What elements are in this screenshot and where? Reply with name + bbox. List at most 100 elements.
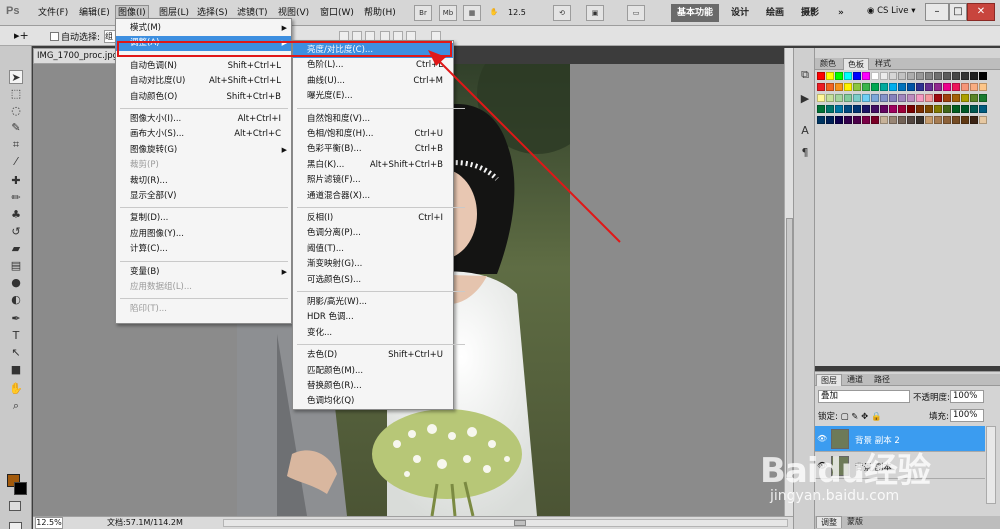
- cs-live-button[interactable]: ◉ CS Live ▾: [867, 6, 915, 16]
- menu-item[interactable]: 显示全部(V): [116, 189, 291, 204]
- dodge-icon[interactable]: ◐: [9, 293, 23, 307]
- menu-item[interactable]: 色彩平衡(B)... Ctrl+B: [293, 142, 453, 157]
- color-swatch[interactable]: [907, 83, 915, 91]
- menu-item[interactable]: 色调分离(P)...: [293, 226, 453, 241]
- color-swatch[interactable]: [871, 94, 879, 102]
- color-swatch[interactable]: [880, 94, 888, 102]
- color-swatch[interactable]: [916, 116, 924, 124]
- move-tool-preset-icon[interactable]: ▸+: [14, 29, 29, 42]
- menu-window[interactable]: 窗口(W): [318, 6, 356, 20]
- workspace-design[interactable]: 设计: [731, 6, 749, 20]
- clone-stamp-icon[interactable]: ♣: [9, 208, 23, 222]
- color-swatch[interactable]: [844, 83, 852, 91]
- color-swatch[interactable]: [907, 105, 915, 113]
- color-swatch[interactable]: [862, 116, 870, 124]
- history-brush-icon[interactable]: ↺: [9, 225, 23, 239]
- color-swatch[interactable]: [979, 105, 987, 113]
- auto-select-checkbox[interactable]: 自动选择:: [50, 30, 100, 43]
- history-panel-icon[interactable]: ⧉: [798, 68, 812, 82]
- color-swatch[interactable]: [952, 105, 960, 113]
- color-swatch[interactable]: [880, 105, 888, 113]
- color-swatch[interactable]: [952, 94, 960, 102]
- healing-brush-icon[interactable]: ✚: [9, 174, 23, 188]
- color-swatch[interactable]: [916, 94, 924, 102]
- color-swatch[interactable]: [934, 105, 942, 113]
- color-swatch[interactable]: [970, 105, 978, 113]
- color-swatch[interactable]: [871, 83, 879, 91]
- color-swatch[interactable]: [979, 94, 987, 102]
- menu-item[interactable]: 曝光度(E)...: [293, 89, 453, 104]
- color-swatch[interactable]: [862, 72, 870, 80]
- color-swatch[interactable]: [817, 105, 825, 113]
- color-swatch[interactable]: [934, 94, 942, 102]
- color-swatch[interactable]: [844, 116, 852, 124]
- color-swatch[interactable]: [916, 105, 924, 113]
- color-swatch[interactable]: [853, 83, 861, 91]
- blur-icon[interactable]: ●: [9, 276, 23, 290]
- color-swatch[interactable]: [898, 83, 906, 91]
- color-swatch[interactable]: [826, 105, 834, 113]
- color-swatch[interactable]: [934, 72, 942, 80]
- zoom-icon[interactable]: ⌕: [9, 399, 23, 413]
- menu-file[interactable]: 文件(F): [36, 6, 70, 20]
- tab-swatches[interactable]: 色板: [843, 58, 869, 70]
- color-swatch[interactable]: [871, 105, 879, 113]
- color-swatch[interactable]: [943, 105, 951, 113]
- menu-item[interactable]: 黑白(K)... Alt+Shift+Ctrl+B: [293, 158, 453, 173]
- menu-edit[interactable]: 编辑(E): [77, 6, 112, 20]
- eye-icon[interactable]: 👁: [817, 434, 827, 443]
- workspace-essentials[interactable]: 基本功能: [671, 4, 719, 22]
- menu-item[interactable]: 图像大小(I)... Alt+Ctrl+I: [116, 112, 291, 127]
- hand-icon[interactable]: ✋: [9, 382, 23, 396]
- gradient-icon[interactable]: ▤: [9, 259, 23, 273]
- layers-scrollbar[interactable]: [986, 426, 996, 504]
- marquee-tool-icon[interactable]: ⬚: [9, 87, 23, 101]
- crop-tool-icon[interactable]: ⌗: [9, 138, 23, 152]
- color-swatch[interactable]: [898, 94, 906, 102]
- color-swatch[interactable]: [925, 94, 933, 102]
- color-swatch[interactable]: [916, 72, 924, 80]
- color-swatch[interactable]: [961, 83, 969, 91]
- menu-item[interactable]: 裁切(R)...: [116, 174, 291, 189]
- document-tab[interactable]: IMG_1700_proc.jpg: [33, 48, 118, 64]
- menu-item[interactable]: 通道混合器(X)...: [293, 189, 453, 204]
- color-swatch[interactable]: [898, 72, 906, 80]
- menu-item[interactable]: 色调均化(Q): [293, 394, 453, 409]
- document-info[interactable]: 文档:57.1M/114.2M: [107, 517, 183, 529]
- menu-item[interactable]: 色相/饱和度(H)... Ctrl+U: [293, 127, 453, 142]
- workspace-photography[interactable]: 摄影: [801, 6, 819, 20]
- color-swatch[interactable]: [925, 83, 933, 91]
- brush-icon[interactable]: ✏: [9, 191, 23, 205]
- menu-item[interactable]: 自动对比度(U) Alt+Shift+Ctrl+L: [116, 74, 291, 89]
- horizontal-scrollbar[interactable]: [223, 519, 788, 527]
- color-swatch[interactable]: [835, 94, 843, 102]
- screen-mode-icon[interactable]: [9, 522, 22, 529]
- paragraph-panel-icon[interactable]: ¶: [798, 146, 812, 160]
- color-swatch[interactable]: [871, 116, 879, 124]
- color-swatch[interactable]: [826, 72, 834, 80]
- eyedropper-icon[interactable]: ⁄: [9, 155, 23, 169]
- bridge-button[interactable]: Br: [414, 5, 432, 21]
- fill-field[interactable]: 100%: [950, 409, 984, 422]
- color-swatch[interactable]: [952, 72, 960, 80]
- color-swatch[interactable]: [934, 116, 942, 124]
- color-swatch[interactable]: [862, 105, 870, 113]
- menu-item[interactable]: 应用图像(Y)...: [116, 227, 291, 242]
- color-swatch[interactable]: [970, 94, 978, 102]
- color-swatch[interactable]: [826, 116, 834, 124]
- blend-mode-select[interactable]: 叠加: [818, 390, 910, 403]
- color-swatch[interactable]: [952, 83, 960, 91]
- type-icon[interactable]: T: [9, 329, 23, 343]
- menu-item[interactable]: 自动颜色(O) Shift+Ctrl+B: [116, 90, 291, 105]
- color-swatch[interactable]: [943, 72, 951, 80]
- rotate-view-button[interactable]: ⟲: [553, 5, 571, 21]
- menu-item[interactable]: 色阶(L)... Ctrl+L: [293, 58, 453, 73]
- color-swatch[interactable]: [835, 105, 843, 113]
- color-swatch[interactable]: [817, 72, 825, 80]
- mini-bridge-button[interactable]: Mb: [439, 5, 457, 21]
- menu-item[interactable]: 阈值(T)...: [293, 242, 453, 257]
- tab-color[interactable]: 颜色: [816, 58, 840, 70]
- color-swatch[interactable]: [943, 83, 951, 91]
- menu-item[interactable]: 阴影/高光(W)...: [293, 295, 453, 310]
- menu-item[interactable]: 模式(M) ▶: [116, 21, 291, 36]
